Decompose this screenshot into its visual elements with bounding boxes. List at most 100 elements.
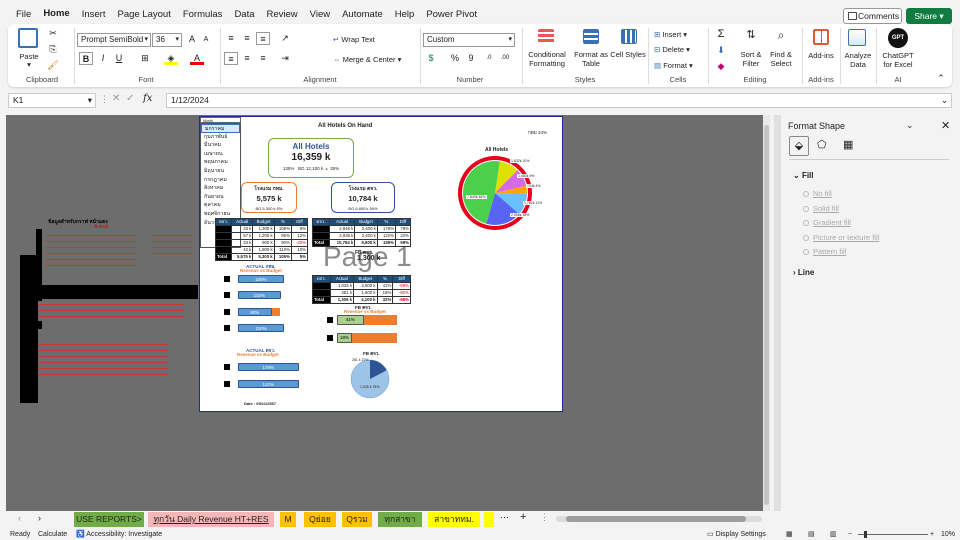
- sheet-tab[interactable]: USE REPORTS>: [74, 512, 144, 527]
- month-option[interactable]: มกราคม: [201, 124, 240, 133]
- cancel-icon[interactable]: ✕: [112, 93, 120, 104]
- vertical-scroll-thumb[interactable]: [764, 125, 769, 505]
- normal-view-icon[interactable]: ▦: [786, 529, 793, 540]
- wrap-text-button[interactable]: ↵ Wrap Text: [333, 35, 375, 44]
- insert-function-button[interactable]: fx: [143, 93, 152, 104]
- cell-styles-button[interactable]: Cell Styles: [610, 50, 646, 59]
- tab-divider-icon[interactable]: ⋮: [540, 512, 549, 523]
- align-right-icon[interactable]: ≡: [256, 52, 270, 65]
- clear-icon[interactable]: ◆: [714, 60, 728, 73]
- month-option[interactable]: กุมภาพันธ์: [201, 133, 240, 142]
- effects-tab-icon[interactable]: ⬠: [817, 138, 827, 151]
- fill-option-radio[interactable]: Picture or texture fill: [803, 233, 879, 242]
- font-size-select[interactable]: 36 ▾: [152, 33, 182, 47]
- line-section[interactable]: › Line: [793, 268, 814, 277]
- insert-cells-button[interactable]: ⊞ Insert ▾: [654, 30, 687, 39]
- comma-icon[interactable]: 9: [464, 52, 478, 65]
- fill-color-icon[interactable]: ◈: [164, 52, 178, 65]
- sort-filter-button[interactable]: Sort & Filter: [734, 50, 768, 68]
- enter-icon[interactable]: ✓: [126, 93, 134, 104]
- decrease-decimal-icon[interactable]: .00: [498, 52, 512, 65]
- sheet-tab-partial[interactable]: [484, 512, 494, 527]
- align-center-icon[interactable]: ≡: [240, 52, 254, 65]
- zoom-slider[interactable]: [858, 534, 928, 535]
- print-page[interactable]: All Hotels On Hand กคม 34% All Hotels 16…: [199, 116, 563, 412]
- zoom-slider-thumb[interactable]: [864, 531, 867, 538]
- share-button[interactable]: Share ▾: [906, 8, 952, 24]
- merge-center-button[interactable]: ⇔ Merge & Center ▾: [333, 55, 401, 64]
- fill-down-icon[interactable]: ⬇: [714, 44, 728, 57]
- month-option[interactable]: มิถุนายน: [201, 167, 240, 176]
- pane-splitter[interactable]: [774, 115, 781, 511]
- analyze-data-button[interactable]: Analyze Data: [842, 51, 874, 69]
- fill-option-radio[interactable]: Pattern fill: [803, 247, 846, 256]
- pane-options-icon[interactable]: ⌄: [906, 120, 914, 131]
- add-ins-button[interactable]: Add-ins: [804, 51, 838, 60]
- align-middle-icon[interactable]: ≡: [240, 32, 254, 45]
- accounting-icon[interactable]: $: [424, 52, 438, 65]
- size-properties-tab-icon[interactable]: ▦: [843, 138, 853, 151]
- align-left-icon[interactable]: ≡: [224, 52, 238, 65]
- month-option[interactable]: ตุลาคม: [201, 201, 240, 210]
- format-painter-icon[interactable]: 🖌: [46, 59, 60, 72]
- chatgpt-button[interactable]: ChatGPT for Excel: [878, 51, 918, 69]
- zoom-level[interactable]: 10%: [941, 529, 955, 540]
- formula-input[interactable]: 1/12/2024 ⌄: [166, 93, 952, 108]
- align-bottom-icon[interactable]: ≡: [256, 32, 270, 45]
- delete-cells-button[interactable]: ⊟ Delete ▾: [654, 45, 690, 54]
- page-layout-view-icon[interactable]: ▤: [808, 529, 815, 540]
- sheet-tab[interactable]: Qรวม: [342, 512, 372, 527]
- pane-close-icon[interactable]: ✕: [941, 119, 950, 132]
- fill-option-radio[interactable]: Solid fill: [803, 204, 839, 213]
- month-option[interactable]: เมษายน: [201, 150, 240, 159]
- tab-scroll-right-icon[interactable]: ›: [38, 513, 41, 523]
- borders-icon[interactable]: ⊞: [138, 52, 152, 65]
- italic-button[interactable]: I: [96, 52, 110, 65]
- increase-font-icon[interactable]: A: [185, 33, 199, 46]
- month-option[interactable]: กันยายน: [201, 193, 240, 202]
- accessibility-status[interactable]: ♿ Accessibility: Investigate: [76, 529, 162, 540]
- month-option[interactable]: กรกฎาคม: [201, 176, 240, 185]
- month-option[interactable]: พฤษภาคม: [201, 158, 240, 167]
- percent-icon[interactable]: %: [448, 52, 462, 65]
- number-format-select[interactable]: Custom ▾: [423, 33, 515, 47]
- month-option[interactable]: มีนาคม: [201, 141, 240, 150]
- sheet-tab[interactable]: สาขาททม.: [428, 512, 480, 527]
- fill-line-tab-icon[interactable]: ⬙: [789, 136, 809, 156]
- orientation-icon[interactable]: ↗: [278, 32, 292, 45]
- sheet-tab[interactable]: M: [280, 512, 296, 527]
- page-break-view-icon[interactable]: ▥: [830, 529, 837, 540]
- format-as-table-button[interactable]: Format as Table: [568, 50, 614, 68]
- fill-option-radio[interactable]: Gradient fill: [803, 218, 851, 227]
- zoom-out-icon[interactable]: −: [848, 529, 852, 540]
- decrease-font-icon[interactable]: A: [199, 33, 213, 46]
- more-options-icon[interactable]: ⋮: [100, 94, 109, 105]
- autosum-icon[interactable]: Σ: [714, 28, 728, 41]
- sheet-tab[interactable]: Qย่อย: [304, 512, 336, 527]
- sheet-tab[interactable]: ทุกสาขา: [378, 512, 422, 527]
- copy-icon[interactable]: ⎘: [46, 43, 60, 56]
- fill-option-radio[interactable]: No fill: [803, 189, 832, 198]
- indent-icon[interactable]: ⇥: [278, 52, 292, 65]
- conditional-formatting-button[interactable]: Conditional Formatting: [524, 50, 570, 68]
- more-tabs-icon[interactable]: ⋯: [500, 512, 509, 523]
- status-calculate[interactable]: Calculate: [38, 529, 67, 540]
- collapse-ribbon-icon[interactable]: ⌃: [934, 72, 948, 85]
- bold-button[interactable]: B: [79, 52, 93, 65]
- name-box[interactable]: K1 ▾: [8, 93, 96, 108]
- align-top-icon[interactable]: ≡: [224, 32, 238, 45]
- fill-section[interactable]: ⌄ Fill: [793, 171, 814, 180]
- cut-icon[interactable]: ✂: [46, 27, 60, 40]
- font-color-icon[interactable]: A: [190, 52, 204, 65]
- underline-button[interactable]: U: [112, 52, 126, 65]
- comments-button[interactable]: Comments: [843, 8, 902, 24]
- format-cells-button[interactable]: ▤ Format ▾: [654, 61, 693, 70]
- font-name-select[interactable]: Prompt SemiBold ▾: [77, 33, 151, 47]
- month-option[interactable]: สิงหาคม: [201, 184, 240, 193]
- increase-decimal-icon[interactable]: .0: [482, 52, 496, 65]
- display-settings[interactable]: ▭ Display Settings: [707, 529, 766, 540]
- horizontal-scroll-thumb[interactable]: [566, 516, 746, 522]
- sheet-tab[interactable]: ทุกวัน Daily Revenue HT+RES: [148, 512, 274, 527]
- add-sheet-icon[interactable]: +: [520, 511, 526, 523]
- find-select-button[interactable]: Find & Select: [764, 50, 798, 68]
